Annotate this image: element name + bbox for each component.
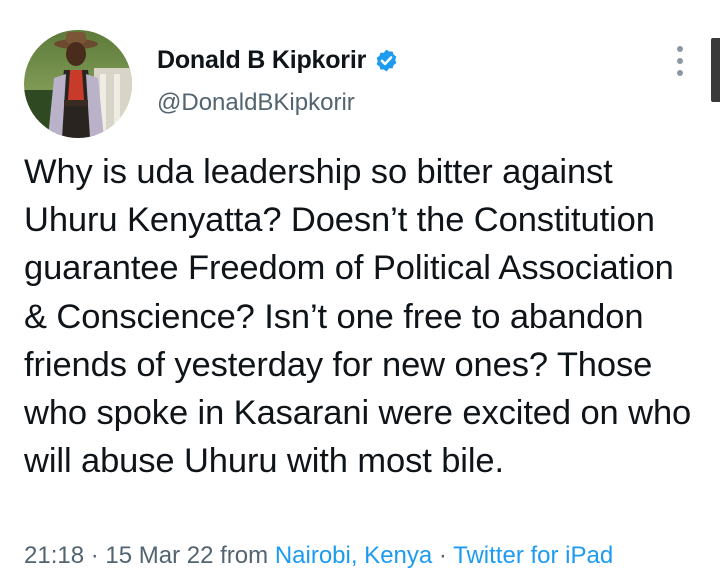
author-name-row[interactable]: Donald B Kipkorir (157, 46, 399, 75)
meta-separator: · (90, 542, 99, 569)
tweet-source-link[interactable]: Twitter for iPad (453, 542, 613, 569)
author-handle[interactable]: @DonaldBKipkorir (157, 89, 355, 117)
tweet-text: Why is uda leadership so bitter against … (24, 153, 692, 481)
author-display-name[interactable]: Donald B Kipkorir (157, 46, 366, 75)
more-options-icon[interactable] (670, 44, 690, 78)
tweet-location-link[interactable]: Nairobi, Kenya (275, 542, 432, 569)
meta-separator-2: · (438, 542, 447, 569)
tweet-card: Donald B Kipkorir @DonaldBKipkorir Why i… (0, 0, 720, 587)
avatar-image (24, 30, 132, 138)
tweet-date[interactable]: 15 Mar 22 (105, 542, 213, 569)
avatar[interactable] (24, 30, 132, 138)
from-label: from (220, 542, 269, 569)
tweet-meta: 21:18 · 15 Mar 22 from Nairobi, Kenya · … (24, 542, 613, 570)
verified-badge-icon (374, 48, 399, 73)
scrollbar[interactable] (711, 38, 720, 102)
tweet-time[interactable]: 21:18 (24, 542, 84, 569)
